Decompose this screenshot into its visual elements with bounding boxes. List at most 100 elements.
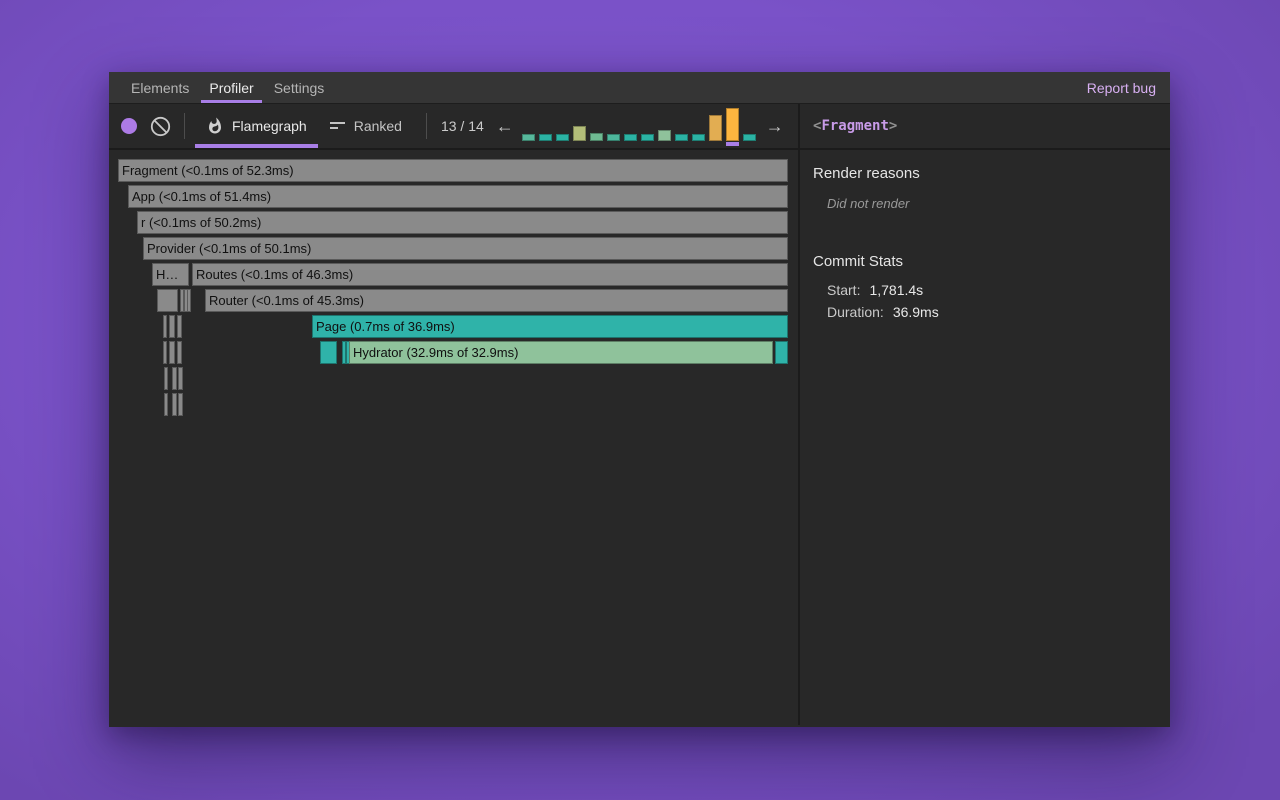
- flame-bar-small[interactable]: [163, 341, 167, 364]
- commit-bar-fill: [522, 134, 535, 141]
- next-commit-button[interactable]: →: [760, 116, 790, 137]
- flame-bar-small[interactable]: [178, 367, 183, 390]
- flame-bar-small[interactable]: [320, 341, 337, 364]
- commit-bar-fill: [692, 134, 705, 141]
- tab-profiler-label: Profiler: [209, 80, 253, 96]
- stat-start-value: 1,781.4s: [869, 282, 923, 298]
- flame-bar-small[interactable]: [169, 315, 175, 338]
- commit-bar-7[interactable]: [624, 105, 637, 141]
- commit-bar-3[interactable]: [556, 105, 569, 141]
- tab-ranked[interactable]: Ranked: [318, 104, 413, 148]
- open-bracket: <: [813, 118, 821, 134]
- devtools-window: Elements Profiler Settings Report bug: [109, 72, 1170, 727]
- tabbar-spacer: [334, 72, 1086, 103]
- commit-bar-11[interactable]: [692, 105, 705, 141]
- commit-bar-1[interactable]: [522, 105, 535, 141]
- toolbar-divider: [426, 113, 427, 139]
- tab-flamegraph[interactable]: Flamegraph: [195, 104, 318, 148]
- tab-ranked-label: Ranked: [354, 118, 402, 134]
- commit-bar-fill: [573, 126, 586, 141]
- circle-slash-icon: [150, 116, 171, 137]
- commit-bar-5[interactable]: [590, 105, 603, 141]
- flame-bar-small[interactable]: [164, 367, 168, 390]
- details-header-region: <Fragment>: [800, 104, 1170, 148]
- commit-bar-6[interactable]: [607, 105, 620, 141]
- stat-start-label: Start:: [827, 282, 860, 298]
- commit-bar-13[interactable]: [726, 105, 739, 141]
- commit-bar-14[interactable]: [743, 105, 756, 141]
- commit-bar-2[interactable]: [539, 105, 552, 141]
- commit-bar-9[interactable]: [658, 105, 671, 141]
- report-bug-link[interactable]: Report bug: [1087, 72, 1170, 103]
- commit-stats-title: Commit Stats: [813, 253, 1157, 270]
- flamegraph-chart: Fragment (<0.1ms of 52.3ms) App (<0.1ms o…: [109, 150, 800, 725]
- tab-elements-label: Elements: [131, 80, 189, 96]
- active-view-underline: [195, 144, 318, 148]
- flame-bar-r[interactable]: r (<0.1ms of 50.2ms): [137, 211, 788, 234]
- flame-bar-hydrator[interactable]: Hydrator (32.9ms of 32.9ms): [349, 341, 773, 364]
- flame-bar-small[interactable]: [172, 393, 177, 416]
- flame-bar-small[interactable]: [177, 341, 182, 364]
- render-reasons-title: Render reasons: [813, 165, 1157, 182]
- flame-bar-small[interactable]: [172, 367, 177, 390]
- clear-profile-button[interactable]: [150, 116, 171, 137]
- commit-bar-8[interactable]: [641, 105, 654, 141]
- commit-bar-fill: [590, 133, 603, 141]
- flame-bar-router[interactable]: Router (<0.1ms of 45.3ms): [205, 289, 788, 312]
- commit-bar-chart: [522, 105, 756, 141]
- commit-bar-fill: [658, 130, 671, 141]
- flame-bar-small[interactable]: [163, 315, 167, 338]
- flame-bar-h-truncated[interactable]: H…: [152, 263, 189, 286]
- commit-bar-fill: [641, 134, 654, 141]
- flame-bar-small[interactable]: [775, 341, 788, 364]
- tab-settings[interactable]: Settings: [264, 72, 335, 103]
- stat-row-duration: Duration: 36.9ms: [827, 301, 1157, 323]
- flame-bar-small[interactable]: [164, 393, 168, 416]
- flame-bar-small[interactable]: [187, 289, 191, 312]
- flame-bar-app[interactable]: App (<0.1ms of 51.4ms): [128, 185, 788, 208]
- report-bug-label: Report bug: [1087, 80, 1156, 96]
- previous-commit-button[interactable]: ←: [490, 116, 520, 137]
- commit-bar-10[interactable]: [675, 105, 688, 141]
- commit-bar-fill: [709, 115, 722, 141]
- commit-bar-fill: [556, 134, 569, 141]
- commit-bar-fill: [607, 134, 620, 141]
- flame-bar-small[interactable]: [169, 341, 175, 364]
- toolbar-divider: [184, 113, 185, 139]
- commit-bar-4[interactable]: [573, 105, 586, 141]
- sort-bars-icon: [329, 119, 346, 133]
- render-reasons-value: Did not render: [827, 196, 1157, 211]
- stat-duration-label: Duration:: [827, 304, 884, 320]
- profiler-toolbar: Flamegraph Ranked 13 / 14 ← → <Fragm: [109, 104, 1170, 150]
- flame-bar-fragment[interactable]: Fragment (<0.1ms of 52.3ms): [118, 159, 788, 182]
- flame-bar-small[interactable]: [178, 393, 183, 416]
- flame-bar-page[interactable]: Page (0.7ms of 36.9ms): [312, 315, 788, 338]
- commit-bar-fill: [624, 134, 637, 141]
- commit-bar-fill: [675, 134, 688, 141]
- commit-bar-fill: [743, 134, 756, 141]
- tab-settings-label: Settings: [274, 80, 325, 96]
- main-area: Fragment (<0.1ms of 52.3ms) App (<0.1ms o…: [109, 150, 1170, 725]
- flame-bar-routes[interactable]: Routes (<0.1ms of 46.3ms): [192, 263, 788, 286]
- component-name: Fragment: [821, 118, 888, 134]
- commit-counter: 13 / 14: [441, 118, 484, 134]
- stat-duration-value: 36.9ms: [893, 304, 939, 320]
- tab-flamegraph-label: Flamegraph: [232, 118, 307, 134]
- tab-profiler[interactable]: Profiler: [199, 72, 263, 103]
- record-icon[interactable]: [121, 118, 137, 134]
- details-panel: Render reasons Did not render Commit Sta…: [800, 150, 1170, 725]
- stat-row-start: Start: 1,781.4s: [827, 279, 1157, 301]
- active-tab-underline: [201, 100, 261, 103]
- flame-bar-small[interactable]: [177, 315, 182, 338]
- commit-bar-12[interactable]: [709, 105, 722, 141]
- close-bracket: >: [889, 118, 897, 134]
- tab-elements[interactable]: Elements: [121, 72, 199, 103]
- commit-bar-fill: [539, 134, 552, 141]
- toolbar-left: Flamegraph Ranked 13 / 14 ← →: [109, 104, 800, 148]
- commit-bar-fill: [726, 108, 739, 141]
- flame-icon: [206, 117, 224, 135]
- flame-bar-provider[interactable]: Provider (<0.1ms of 50.1ms): [143, 237, 788, 260]
- commit-stats-rows: Start: 1,781.4s Duration: 36.9ms: [827, 279, 1157, 323]
- flame-bar-small[interactable]: [157, 289, 178, 312]
- selected-component-title: <Fragment>: [800, 104, 1170, 148]
